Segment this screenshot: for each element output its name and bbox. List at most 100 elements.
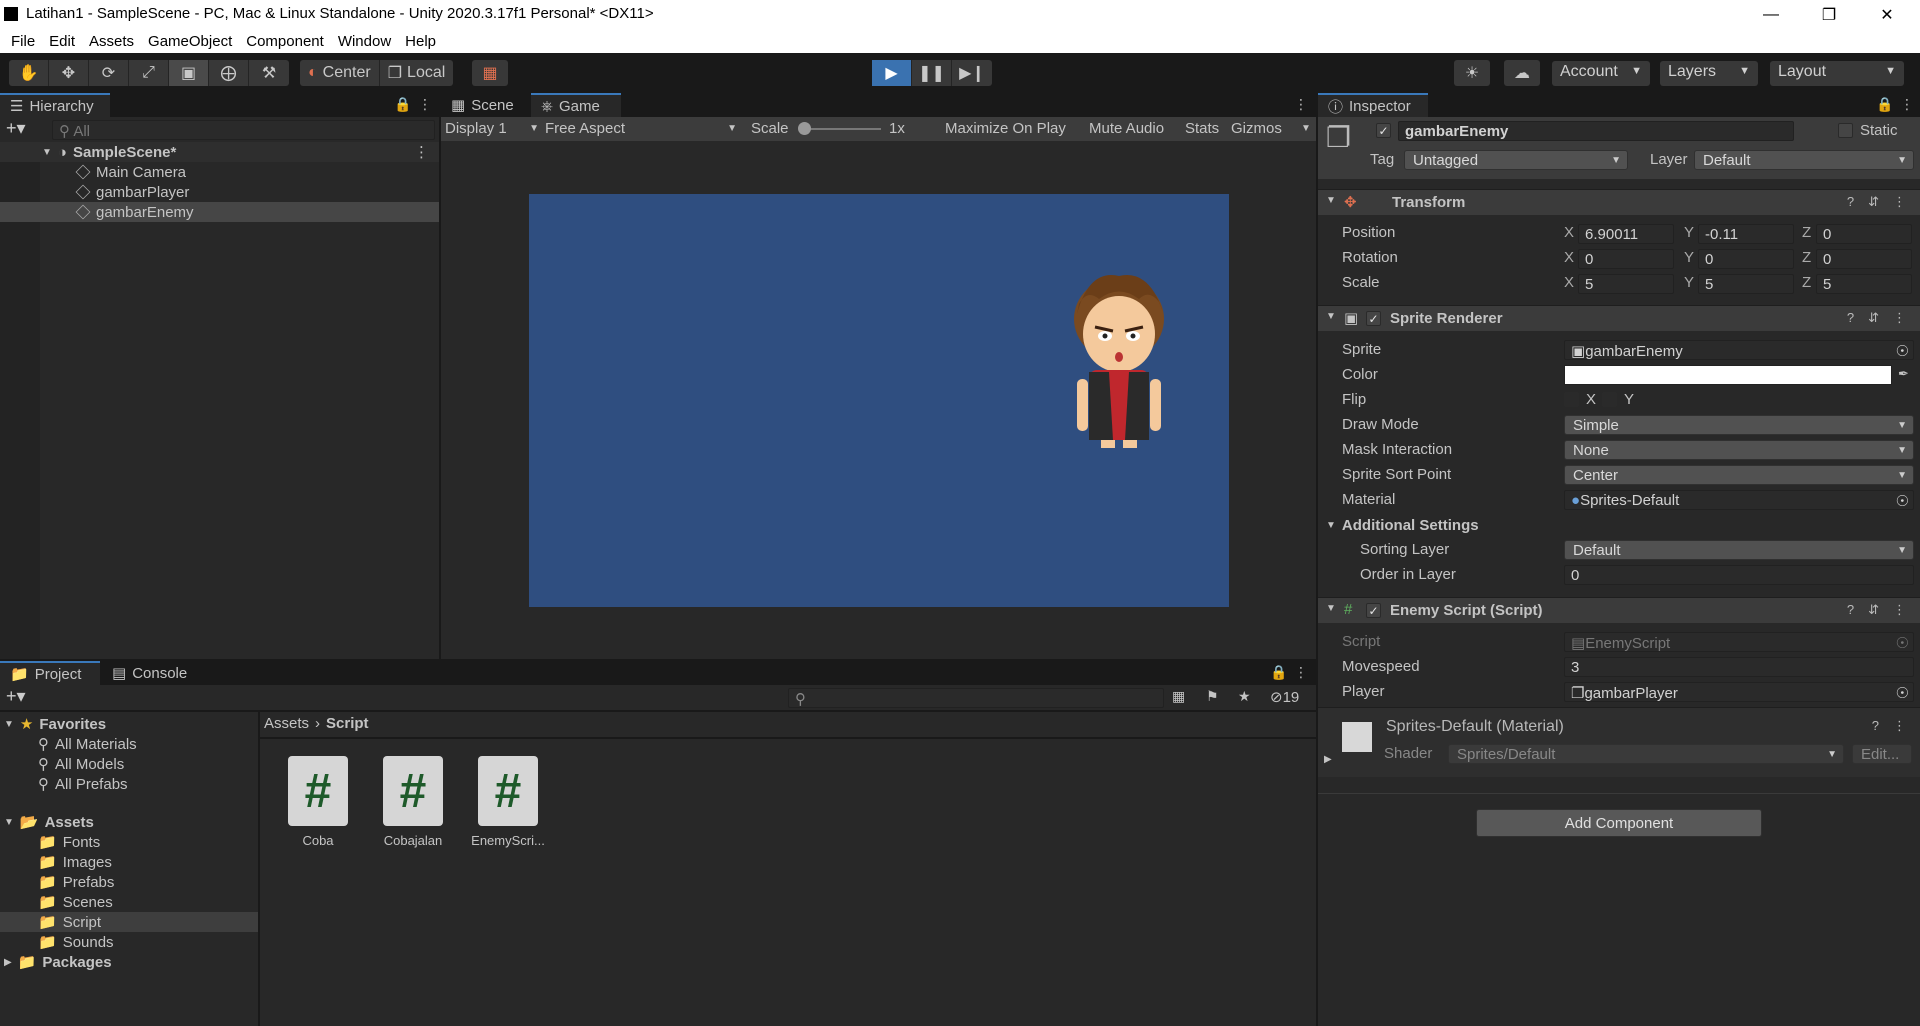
transform-x-input[interactable]: 0 (1578, 249, 1674, 269)
assets-root-row[interactable]: ▼ 📂 Assets (4, 812, 94, 832)
menu-gameobject[interactable]: GameObject (141, 33, 239, 50)
tab-game[interactable]: ⎈ Game (531, 93, 621, 117)
lighting-button[interactable]: ☀ (1454, 60, 1490, 86)
object-picker-icon[interactable]: ☉ (1896, 492, 1909, 509)
kebab-menu-icon[interactable]: ⋮ (1893, 718, 1906, 734)
hierarchy-item[interactable]: Main Camera (0, 162, 439, 182)
layout-dropdown[interactable]: Layout ▼ (1770, 61, 1904, 86)
lock-icon[interactable]: 🔒 (1876, 96, 1893, 113)
object-picker-icon[interactable]: ☉ (1896, 684, 1909, 701)
transform-y-input[interactable]: -0.11 (1698, 224, 1794, 244)
transform-y-input[interactable]: 0 (1698, 249, 1794, 269)
packages-row[interactable]: ▶ 📁 Packages (4, 952, 112, 972)
scene-row[interactable]: ▼ ◑ SampleScene* ⋮ (0, 142, 439, 162)
filter-type-icon[interactable]: ▦ (1172, 688, 1185, 705)
flip-y-checkbox[interactable] (1602, 392, 1617, 407)
display-dropdown[interactable]: Display 1 ▼ (445, 120, 539, 137)
add-component-button[interactable]: Add Component (1476, 809, 1762, 837)
rotate-tool-icon[interactable]: ⟳ (89, 60, 129, 86)
flip-x-checkbox[interactable] (1564, 392, 1579, 407)
asset-file-name[interactable]: EnemyScri... (458, 833, 558, 848)
scale-tool-icon[interactable]: ⤢ (129, 60, 169, 86)
transform-x-input[interactable]: 5 (1578, 274, 1674, 294)
layers-dropdown[interactable]: Layers ▼ (1660, 61, 1758, 86)
sprite-field[interactable]: ▣gambarEnemy ☉ (1564, 340, 1914, 360)
preset-icon[interactable]: ⇵ (1868, 194, 1879, 210)
enemy-script-enabled-checkbox[interactable]: ✓ (1366, 603, 1381, 618)
transform-z-input[interactable]: 0 (1816, 224, 1912, 244)
menu-edit[interactable]: Edit (42, 33, 82, 50)
preset-icon[interactable]: ⇵ (1868, 602, 1879, 618)
minimize-icon[interactable]: — (1748, 0, 1794, 29)
static-checkbox[interactable] (1838, 123, 1853, 138)
sprite-renderer-enabled-checkbox[interactable]: ✓ (1366, 311, 1381, 326)
menu-file[interactable]: File (4, 33, 42, 50)
sorting-layer-dropdown[interactable]: Default ▼ (1564, 540, 1914, 560)
step-icon[interactable]: ▶❙ (952, 60, 992, 86)
hidden-packages-toggle[interactable]: ⊘19 (1270, 688, 1299, 706)
custom-tool-icon[interactable]: ⚒ (249, 60, 289, 86)
rect-tool-icon[interactable]: ▣ (169, 60, 209, 86)
preset-icon[interactable]: ⇵ (1868, 310, 1879, 326)
sprite-renderer-header[interactable]: ▼ ▣ ✓ Sprite Renderer ? ⇵ ⋮ (1318, 305, 1920, 331)
move-tool-icon[interactable]: ✥ (49, 60, 89, 86)
color-swatch[interactable] (1564, 365, 1892, 385)
favorite-item[interactable]: ⚲ All Models (38, 754, 124, 774)
favorite-star-icon[interactable]: ★ (1238, 688, 1251, 705)
order-in-layer-input[interactable]: 0 (1564, 565, 1914, 585)
help-icon[interactable]: ? (1847, 310, 1854, 326)
kebab-menu-icon[interactable]: ⋮ (1294, 96, 1308, 113)
help-icon[interactable]: ? (1847, 194, 1854, 210)
pivot-local-button[interactable]: ❐ Local (380, 60, 454, 86)
mute-audio-button[interactable]: Mute Audio (1089, 120, 1164, 137)
create-asset-button[interactable]: +▾ (6, 686, 26, 707)
favorite-item[interactable]: ⚲ All Prefabs (38, 774, 128, 794)
maximize-on-play-button[interactable]: Maximize On Play (945, 120, 1066, 137)
folder-item[interactable]: 📁 Prefabs (38, 872, 114, 892)
help-icon[interactable]: ? (1872, 718, 1879, 734)
restore-icon[interactable]: ❐ (1806, 0, 1852, 29)
transform-header[interactable]: ▼ ✥ Transform ? ⇵ ⋮ (1318, 189, 1920, 215)
add-object-button[interactable]: +▾ (6, 118, 26, 139)
play-icon[interactable]: ▶ (872, 60, 912, 86)
project-search-input[interactable]: ⚲ (788, 688, 1164, 708)
asset-file-name[interactable]: Coba (268, 833, 368, 848)
hand-tool-icon[interactable]: ✋ (9, 60, 49, 86)
filter-label-icon[interactable]: ⚑ (1206, 688, 1219, 705)
stats-button[interactable]: Stats (1185, 120, 1219, 137)
favorite-item[interactable]: ⚲ All Materials (38, 734, 137, 754)
folder-item[interactable]: 📁 Images (38, 852, 112, 872)
tab-project[interactable]: 📁 Project (0, 661, 100, 685)
kebab-menu-icon[interactable]: ⋮ (1294, 664, 1308, 681)
shader-dropdown[interactable]: Sprites/Default ▼ (1448, 744, 1844, 764)
folder-item-selected[interactable]: 📁 Script (0, 912, 258, 932)
lock-icon[interactable]: 🔒 (394, 96, 411, 113)
csharp-script-icon[interactable]: # (288, 756, 348, 826)
transform-x-input[interactable]: 6.90011 (1578, 224, 1674, 244)
help-icon[interactable]: ? (1847, 602, 1854, 618)
layer-dropdown[interactable]: Default ▼ (1694, 150, 1914, 170)
additional-settings-foldout[interactable]: ▼ Additional Settings (1326, 515, 1479, 535)
gizmos-button[interactable]: Gizmos (1231, 120, 1282, 137)
game-viewport[interactable] (529, 194, 1229, 607)
folder-item[interactable]: 📁 Fonts (38, 832, 100, 852)
menu-component[interactable]: Component (239, 33, 331, 50)
kebab-menu-icon[interactable]: ⋮ (1900, 96, 1914, 113)
tab-hierarchy[interactable]: ☰ Hierarchy (0, 93, 110, 117)
object-name-input[interactable]: gambarEnemy (1398, 121, 1794, 141)
divider[interactable] (1316, 93, 1318, 1026)
folder-item[interactable]: 📁 Sounds (38, 932, 114, 952)
tab-inspector[interactable]: ⓘ Inspector (1318, 93, 1428, 117)
favorites-row[interactable]: ▼ ★ Favorites (4, 714, 106, 734)
shader-edit-button[interactable]: Edit... (1852, 744, 1912, 764)
kebab-menu-icon[interactable]: ⋮ (1893, 602, 1906, 618)
breadcrumb-script[interactable]: Script (326, 715, 369, 732)
eyedropper-icon[interactable]: ✒ (1898, 366, 1909, 382)
transform-tool-icon[interactable]: ⨁ (209, 60, 249, 86)
pivot-center-button[interactable]: ◐ Center (300, 60, 380, 86)
breadcrumb-assets[interactable]: Assets (264, 715, 309, 732)
sort-point-dropdown[interactable]: Center ▼ (1564, 465, 1914, 485)
grid-snap-button[interactable]: ▦ (472, 60, 508, 86)
draw-mode-dropdown[interactable]: Simple ▼ (1564, 415, 1914, 435)
material-field[interactable]: ●Sprites-Default ☉ (1564, 490, 1914, 510)
